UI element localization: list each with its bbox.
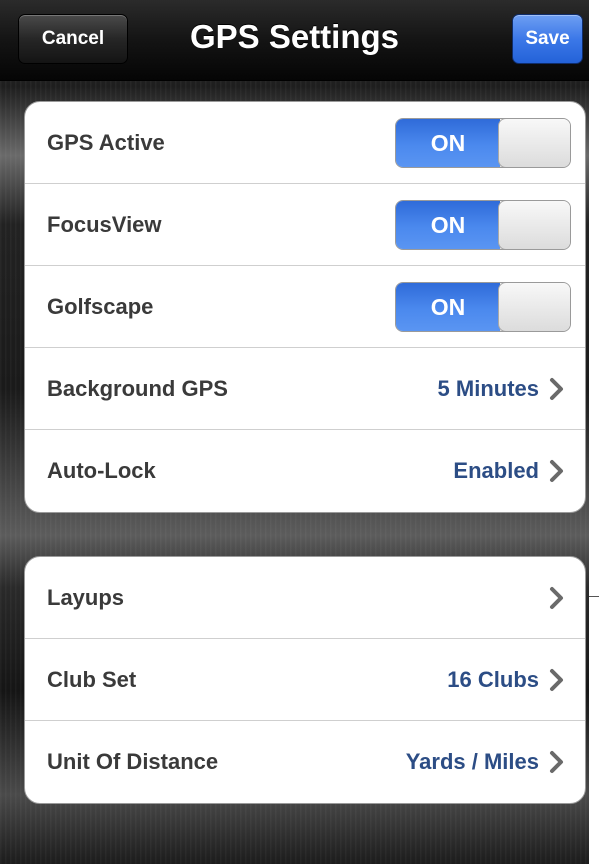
row-value: Enabled xyxy=(453,458,539,483)
row-club-set[interactable]: Club Set 16 Clubs xyxy=(25,639,585,721)
toggle-on-label: ON xyxy=(396,119,500,167)
toggle-knob[interactable] xyxy=(498,201,570,249)
row-value: 5 Minutes xyxy=(437,376,539,401)
pointer-line xyxy=(589,596,599,597)
row-label: Golfscape xyxy=(47,294,154,319)
toggle-on-label: ON xyxy=(396,283,500,331)
row-layups[interactable]: Layups xyxy=(25,557,585,639)
row-label: Club Set xyxy=(47,667,137,692)
chevron-right-icon xyxy=(550,587,563,609)
page-title: GPS Settings xyxy=(189,18,400,55)
golfscape-toggle[interactable]: ON xyxy=(395,282,571,332)
chevron-right-icon xyxy=(550,751,563,773)
toggle-knob[interactable] xyxy=(498,283,570,331)
side-margin xyxy=(589,0,599,864)
row-label: FocusView xyxy=(47,212,162,237)
row-label: Background GPS xyxy=(47,376,228,401)
row-unit-of-distance[interactable]: Unit Of Distance Yards / Miles xyxy=(25,721,585,803)
row-value: 16 Clubs xyxy=(447,667,539,692)
row-golfscape: Golfscape ON xyxy=(25,266,585,348)
row-label: Layups xyxy=(47,585,125,610)
toggle-on-label: ON xyxy=(396,201,500,249)
toggle-knob[interactable] xyxy=(498,119,570,167)
navigation-bar: Cancel GPS Settings Save xyxy=(0,0,589,81)
settings-group-general: Layups Club Set 16 Clubs Unit Of Distanc… xyxy=(24,556,586,804)
gps-active-toggle[interactable]: ON xyxy=(395,118,571,168)
focusview-toggle[interactable]: ON xyxy=(395,200,571,250)
row-label: GPS Active xyxy=(47,130,165,155)
chevron-right-icon xyxy=(550,460,563,482)
row-focusview: FocusView ON xyxy=(25,184,585,266)
row-gps-active: GPS Active ON xyxy=(25,102,585,184)
row-label: Auto-Lock xyxy=(47,458,156,483)
row-background-gps[interactable]: Background GPS 5 Minutes xyxy=(25,348,585,430)
row-label: Unit Of Distance xyxy=(47,749,219,774)
settings-group-gps: GPS Active ON FocusView ON Golfscape ON … xyxy=(24,101,586,513)
chevron-right-icon xyxy=(550,669,563,691)
row-value: Yards / Miles xyxy=(405,749,539,774)
save-button[interactable]: Save xyxy=(512,14,583,64)
chevron-right-icon xyxy=(550,378,563,400)
screen-background: Cancel GPS Settings Save GPS Active ON F… xyxy=(0,0,589,864)
row-auto-lock[interactable]: Auto-Lock Enabled xyxy=(25,430,585,512)
